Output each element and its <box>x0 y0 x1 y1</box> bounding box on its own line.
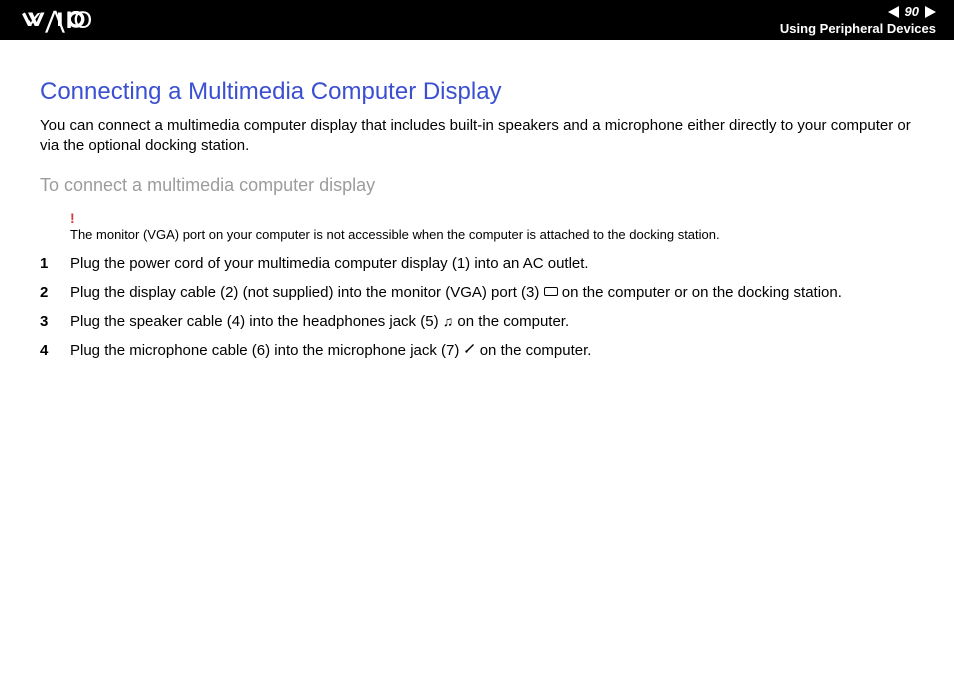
next-page-arrow-icon[interactable] <box>925 6 936 18</box>
header-right: 90 Using Peripheral Devices <box>780 4 936 36</box>
main-heading: Connecting a Multimedia Computer Display <box>40 78 914 106</box>
step-text-post: on the computer. <box>457 313 569 330</box>
header-bar: ✓⋀IO 90 Using Peripheral Devices <box>0 0 954 40</box>
intro-paragraph: You can connect a multimedia computer di… <box>40 116 914 157</box>
page-content: Connecting a Multimedia Computer Display… <box>0 40 954 391</box>
warning-note: ! The monitor (VGA) port on your compute… <box>70 210 914 244</box>
section-label: Using Peripheral Devices <box>780 21 936 36</box>
sub-heading: To connect a multimedia computer display <box>40 175 914 196</box>
page-number: 90 <box>905 4 919 19</box>
headphones-icon: ♫ <box>443 312 454 331</box>
step-text: Plug the speaker cable (4) into the head… <box>70 312 914 332</box>
step-item: 2 Plug the display cable (2) (not suppli… <box>40 283 914 303</box>
step-text-pre: Plug the display cable (2) (not supplied… <box>70 284 544 301</box>
step-text-post: on the computer. <box>480 342 592 359</box>
step-text: Plug the power cord of your multimedia c… <box>70 254 914 274</box>
step-item: 4 Plug the microphone cable (6) into the… <box>40 341 914 361</box>
step-number: 3 <box>40 312 70 332</box>
vga-port-icon <box>544 287 558 296</box>
step-item: 1 Plug the power cord of your multimedia… <box>40 254 914 274</box>
steps-list: 1 Plug the power cord of your multimedia… <box>40 254 914 362</box>
step-text-post: on the computer or on the docking statio… <box>562 284 842 301</box>
step-text-pre: Plug the microphone cable (6) into the m… <box>70 342 464 359</box>
step-text: Plug the microphone cable (6) into the m… <box>70 341 914 361</box>
page-nav: 90 <box>888 4 936 19</box>
microphone-icon <box>464 340 476 360</box>
step-item: 3 Plug the speaker cable (4) into the he… <box>40 312 914 332</box>
step-text-pre: Plug the speaker cable (4) into the head… <box>70 313 443 330</box>
step-text: Plug the display cable (2) (not supplied… <box>70 283 914 303</box>
step-number: 1 <box>40 254 70 274</box>
vaio-logo: ✓⋀IO <box>22 6 93 35</box>
prev-page-arrow-icon[interactable] <box>888 6 899 18</box>
step-number: 4 <box>40 341 70 361</box>
warning-mark-icon: ! <box>70 210 914 226</box>
warning-text: The monitor (VGA) port on your computer … <box>70 227 720 242</box>
step-number: 2 <box>40 283 70 303</box>
